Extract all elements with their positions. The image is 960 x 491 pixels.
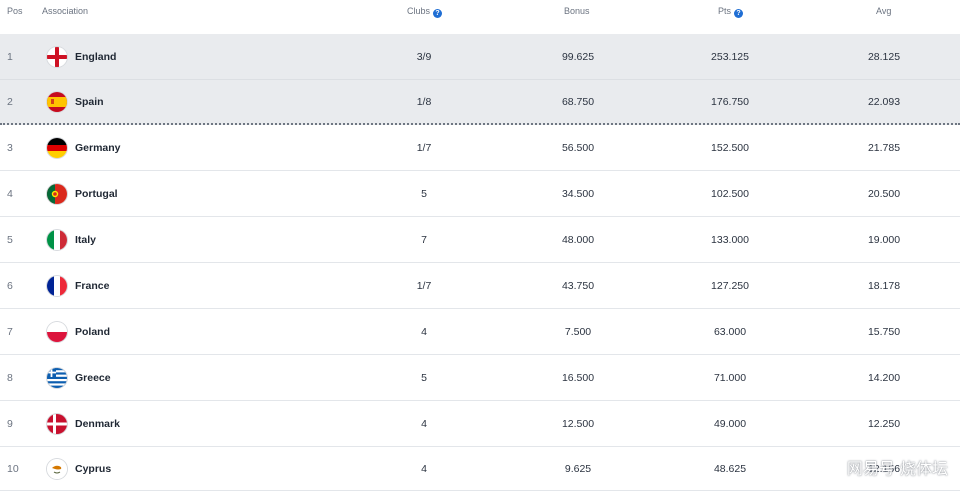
row-avg: 18.178 [867, 279, 901, 292]
header-clubs: Clubs? [407, 6, 443, 18]
row-pos: 1 [7, 50, 13, 63]
row-avg: 28.125 [867, 50, 901, 63]
row-pts: 102.500 [711, 187, 749, 200]
row-bonus: 99.625 [561, 50, 595, 63]
row-bonus: 34.500 [561, 187, 595, 200]
row-association-name[interactable]: France [75, 280, 109, 292]
row-bonus: 12.500 [561, 417, 595, 430]
table-row[interactable]: 7 Poland 4 7.500 63.000 15.750 [0, 309, 960, 355]
table-row[interactable]: 3 Germany 1/7 56.500 152.500 21.785 [0, 125, 960, 171]
header-bonus: Bonus [564, 6, 590, 16]
row-association-name[interactable]: Germany [75, 142, 121, 154]
row-pos: 2 [7, 95, 13, 108]
row-clubs: 4 [421, 462, 427, 475]
row-pos: 7 [7, 325, 13, 338]
row-pts: 48.625 [713, 462, 747, 475]
table-row[interactable]: 8 Greece 5 16.500 71.000 14.200 [0, 355, 960, 401]
row-pts: 63.000 [713, 325, 747, 338]
help-icon[interactable]: ? [734, 9, 744, 18]
row-avg: 14.200 [867, 371, 901, 384]
row-avg: 12.250 [867, 417, 901, 430]
row-avg: 21.785 [867, 141, 901, 154]
row-association-name[interactable]: Spain [75, 96, 104, 108]
row-avg: 20.500 [867, 187, 901, 200]
row-clubs: 3/9 [416, 50, 432, 63]
row-clubs: 1/8 [416, 95, 432, 108]
portugal-flag-icon [47, 183, 67, 204]
row-pos: 5 [7, 233, 13, 246]
row-association-name[interactable]: Poland [75, 326, 110, 338]
england-flag-icon [47, 46, 67, 67]
table-row[interactable]: 4 Portugal 5 34.500 102.500 20.500 [0, 171, 960, 217]
row-clubs: 5 [421, 371, 427, 384]
row-association-name[interactable]: Portugal [75, 188, 118, 200]
row-pts: 71.000 [713, 371, 747, 384]
row-pos: 4 [7, 187, 13, 200]
table-row[interactable]: 1 England 3/9 99.625 253.125 28.125 [0, 34, 960, 80]
greece-flag-icon [47, 367, 67, 388]
header-clubs-label: Clubs [407, 6, 431, 16]
row-clubs: 7 [421, 233, 427, 246]
header-pos: Pos [7, 6, 23, 16]
italy-flag-icon [47, 229, 67, 250]
row-association-name[interactable]: England [75, 51, 116, 63]
table-row[interactable]: 9 Denmark 4 12.500 49.000 12.250 [0, 401, 960, 447]
table-header: Pos Association Clubs? Bonus Pts? Avg [0, 0, 960, 34]
spain-flag-icon [47, 91, 67, 112]
row-pts: 133.000 [711, 233, 749, 246]
association-ranking-page: Pos Association Clubs? Bonus Pts? Avg 1 E… [0, 0, 960, 491]
row-pos: 8 [7, 371, 13, 384]
row-avg: 19.000 [867, 233, 901, 246]
header-avg: Avg [876, 6, 892, 16]
header-pts-label: Pts [718, 6, 732, 16]
row-clubs: 5 [421, 187, 427, 200]
row-bonus: 43.750 [561, 279, 595, 292]
table-row[interactable]: 10 Cyprus 4 9.625 48.625 12.156 [0, 447, 960, 491]
row-pos: 9 [7, 417, 13, 430]
row-clubs: 1/7 [416, 141, 432, 154]
row-association-name[interactable]: Italy [75, 234, 96, 246]
row-pos: 10 [7, 462, 19, 475]
help-icon[interactable]: ? [433, 9, 443, 18]
row-pos: 3 [7, 141, 13, 154]
france-flag-icon [47, 275, 67, 296]
germany-flag-icon [47, 137, 67, 158]
row-bonus: 68.750 [561, 95, 595, 108]
row-pts: 253.125 [711, 50, 749, 63]
row-pts: 152.500 [711, 141, 749, 154]
row-association-name[interactable]: Greece [75, 372, 111, 384]
row-clubs: 4 [421, 325, 427, 338]
row-bonus: 7.500 [564, 325, 592, 338]
row-association-name[interactable]: Denmark [75, 418, 120, 430]
header-association: Association [42, 6, 89, 16]
watermark: 网易号 烧体坛 [846, 459, 948, 478]
cyprus-flag-icon [47, 458, 67, 479]
row-bonus: 56.500 [561, 141, 595, 154]
row-pos: 6 [7, 279, 13, 292]
header-pts: Pts? [718, 6, 744, 18]
row-clubs: 1/7 [416, 279, 432, 292]
row-pts: 49.000 [713, 417, 747, 430]
row-avg: 22.093 [867, 95, 901, 108]
row-bonus: 16.500 [561, 371, 595, 384]
row-avg: 15.750 [867, 325, 901, 338]
row-pts: 127.250 [711, 279, 749, 292]
poland-flag-icon [47, 321, 67, 342]
row-association-name[interactable]: Cyprus [75, 463, 111, 475]
row-clubs: 4 [421, 417, 427, 430]
table-row[interactable]: 2 Spain 1/8 68.750 176.750 22.093 [0, 80, 960, 125]
table-row[interactable]: 5 Italy 7 48.000 133.000 19.000 [0, 217, 960, 263]
row-bonus: 48.000 [561, 233, 595, 246]
table-row[interactable]: 6 France 1/7 43.750 127.250 18.178 [0, 263, 960, 309]
row-bonus: 9.625 [564, 462, 592, 475]
denmark-flag-icon [47, 413, 67, 434]
row-pts: 176.750 [711, 95, 749, 108]
